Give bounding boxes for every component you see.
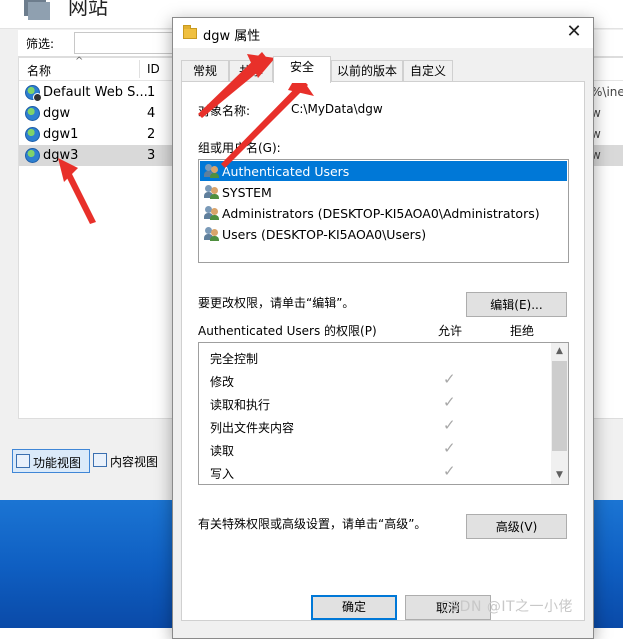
site-id: 4	[147, 106, 156, 121]
site-id: 1	[147, 85, 156, 100]
site-name: dgw1	[43, 127, 79, 142]
users-list: Authenticated Users SYSTEM Administrator…	[198, 159, 569, 263]
filter-label: 筛选:	[26, 37, 55, 51]
scroll-down-icon[interactable]: ▼	[551, 467, 568, 484]
column-header-id[interactable]: ID	[147, 62, 160, 76]
globe-icon	[25, 127, 40, 142]
dialog-title: dgw 属性	[203, 29, 261, 44]
close-button[interactable]: ✕	[563, 21, 585, 43]
allow-check-icon: ✓	[443, 393, 456, 411]
globe-icon	[25, 85, 42, 102]
user-group-icon	[204, 185, 220, 199]
special-permissions-hint: 有关特殊权限或高级设置，请单击“高级”。	[198, 517, 427, 531]
scroll-up-icon[interactable]: ▲	[551, 343, 568, 360]
column-header-name[interactable]: 名称	[27, 62, 51, 79]
tab-sharing[interactable]: 共享	[229, 60, 273, 81]
object-name-label: 对象名称:	[198, 104, 251, 118]
watermark: CSDN @IT之一小佬	[440, 599, 574, 615]
user-row[interactable]: Users (DESKTOP-KI5AOA0\Users)	[200, 224, 567, 244]
permissions-list: 完全控制 修改 ✓ 读取和执行 ✓ 列出文件夹内容 ✓ 读取 ✓ 写入 ✓ ▲ …	[198, 342, 569, 485]
permission-name: 列出文件夹内容	[210, 421, 295, 435]
allow-column-header: 允许	[438, 324, 463, 338]
properties-dialog: dgw 属性 ✕ 常规 共享 安全 以前的版本 自定义 对象名称: C:\MyD…	[172, 17, 594, 639]
permission-name: 写入	[210, 467, 235, 481]
column-divider[interactable]	[139, 60, 140, 78]
security-panel: 对象名称: C:\MyData\dgw 组或用户名(G): Authentica…	[181, 81, 585, 621]
allow-check-icon: ✓	[443, 439, 456, 457]
content-view-button[interactable]: 内容视图	[90, 449, 170, 471]
features-view-icon	[16, 454, 30, 468]
user-row[interactable]: Administrators (DESKTOP-KI5AOA0\Administ…	[200, 203, 567, 223]
user-group-icon	[204, 227, 220, 241]
user-name: Administrators (DESKTOP-KI5AOA0\Administ…	[222, 206, 540, 221]
permission-row: 写入 ✓	[199, 461, 551, 484]
user-row-selected[interactable]: Authenticated Users	[200, 161, 567, 181]
user-group-icon	[204, 164, 220, 178]
object-name-value: C:\MyData\dgw	[291, 102, 383, 116]
tab-previous-versions[interactable]: 以前的版本	[331, 60, 403, 81]
tab-customize[interactable]: 自定义	[403, 60, 453, 81]
allow-check-icon: ✓	[443, 416, 456, 434]
user-group-icon	[204, 206, 220, 220]
allow-check-icon: ✓	[443, 370, 456, 388]
permission-row: 列出文件夹内容 ✓	[199, 415, 551, 438]
ok-button[interactable]: 确定	[311, 595, 397, 620]
permissions-scrollbar[interactable]: ▲ ▼	[551, 343, 568, 484]
site-id: 3	[147, 148, 156, 163]
permissions-for-label: Authenticated Users 的权限(P)	[198, 324, 377, 338]
permission-row: 修改 ✓	[199, 369, 551, 392]
tab-strip: 常规 共享 安全 以前的版本 自定义	[181, 56, 585, 83]
permission-row: 读取和执行 ✓	[199, 392, 551, 415]
tab-security[interactable]: 安全	[273, 56, 331, 83]
tab-general[interactable]: 常规	[181, 60, 229, 81]
folder-icon	[183, 25, 197, 39]
site-path: %\inet	[591, 85, 623, 99]
advanced-button[interactable]: 高级(V)	[466, 514, 567, 539]
site-name: dgw	[43, 106, 71, 121]
change-permission-hint: 要更改权限，请单击“编辑”。	[198, 296, 355, 310]
permission-name: 完全控制	[210, 352, 259, 366]
content-view-icon	[93, 453, 107, 467]
dialog-title-bar[interactable]: dgw 属性 ✕	[173, 18, 593, 48]
permission-row: 读取 ✓	[199, 438, 551, 461]
user-name: SYSTEM	[222, 185, 272, 200]
user-row[interactable]: SYSTEM	[200, 182, 567, 202]
group-user-label: 组或用户名(G):	[198, 141, 281, 155]
user-name: Authenticated Users	[222, 164, 350, 179]
globe-icon	[25, 106, 40, 121]
permission-row: 完全控制	[199, 346, 551, 369]
user-name: Users (DESKTOP-KI5AOA0\Users)	[222, 227, 427, 242]
edit-button[interactable]: 编辑(E)...	[466, 292, 567, 317]
website-icon	[24, 0, 50, 20]
features-view-button[interactable]: 功能视图	[12, 449, 90, 473]
site-name: Default Web S...	[43, 85, 148, 100]
permission-name: 读取	[210, 444, 235, 458]
site-name: dgw3	[43, 148, 79, 163]
scroll-thumb[interactable]	[552, 361, 567, 451]
deny-column-header: 拒绝	[510, 324, 535, 338]
permission-name: 修改	[210, 375, 235, 389]
sort-up-icon: ^	[75, 56, 84, 67]
page-title: 网站	[68, 0, 108, 19]
globe-icon	[25, 148, 40, 163]
permission-name: 读取和执行	[210, 398, 271, 412]
site-id: 2	[147, 127, 156, 142]
allow-check-icon: ✓	[443, 462, 456, 480]
